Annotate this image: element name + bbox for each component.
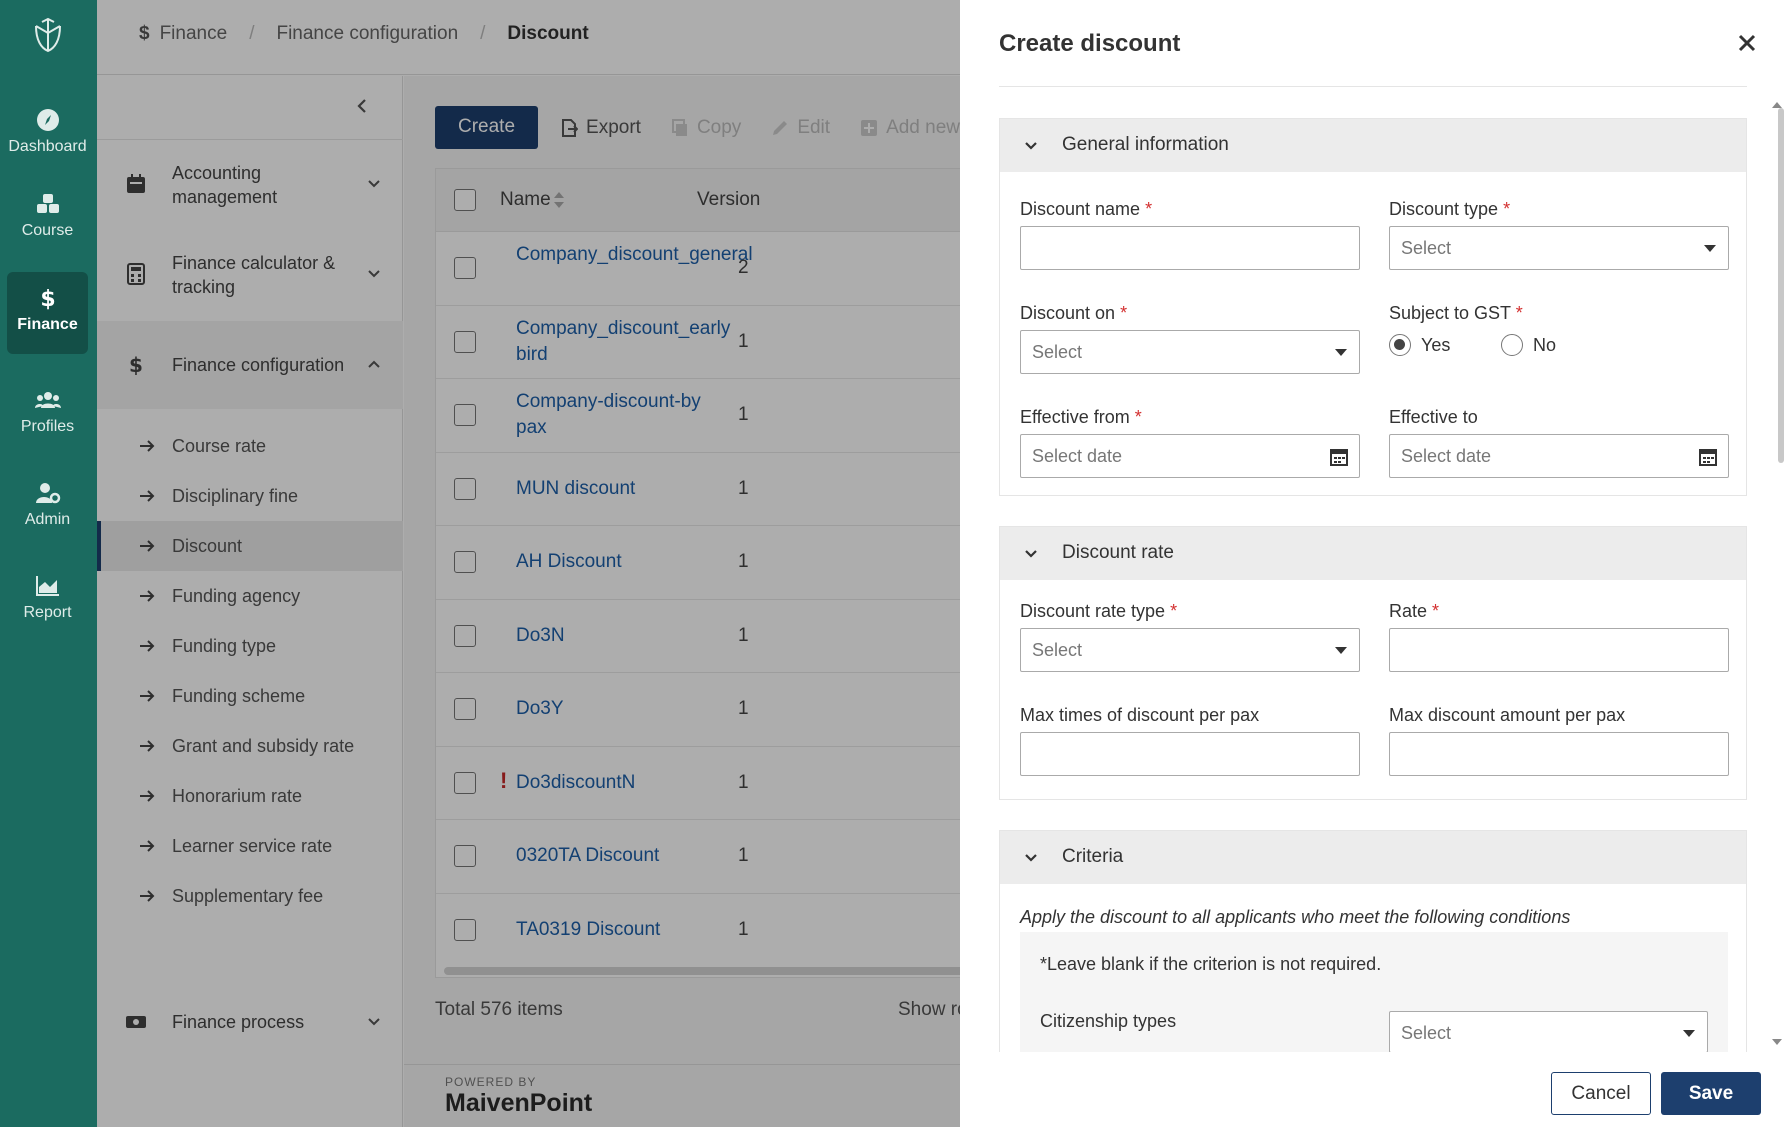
criteria-box: *Leave blank if the criterion is not req… [1020,932,1728,1052]
rail-item-report[interactable]: Report [7,560,88,642]
rail-item-finance[interactable]: $ Finance [7,272,88,354]
create-discount-drawer: Create discount General information Disc… [960,0,1786,1127]
section-title: Criteria [1062,846,1124,867]
chevron-down-icon [1025,854,1037,862]
calendar-icon[interactable] [1699,447,1717,466]
svg-text:$: $ [40,287,55,310]
cubes-icon [36,194,59,213]
chevron-down-icon [1025,142,1037,150]
field-label-max-times: Max times of discount per pax [1020,705,1260,725]
field-label-discount-rate-type: Discount rate type * [1020,601,1178,621]
dollar-icon: $ [40,287,55,310]
rail-label-profiles: Profiles [20,418,75,435]
chevron-down-icon [1025,550,1037,558]
app-logo-icon[interactable] [31,16,65,54]
rail-label-dashboard: Dashboard [8,138,87,155]
max-times-input[interactable] [1020,732,1360,776]
criteria-blank-note: *Leave blank if the criterion is not req… [1040,954,1382,974]
criteria-description: Apply the discount to all applicants who… [1020,907,1571,927]
section-title: Discount rate [1062,542,1174,563]
field-label-discount-on: Discount on * [1020,303,1128,323]
effective-from-date-picker[interactable]: Select date [1020,434,1360,478]
discount-on-select[interactable]: Select [1020,330,1360,374]
section-header[interactable]: Criteria [1000,831,1746,884]
cancel-button[interactable]: Cancel [1551,1072,1651,1115]
date-placeholder: Select date [1032,446,1123,466]
radio-label-yes: Yes [1421,334,1451,355]
caret-down-icon [1335,349,1347,356]
max-amount-input[interactable] [1389,732,1729,776]
app-rail: Dashboard Course $ Finance Profiles Admi… [0,0,97,1127]
field-label-max-amount: Max discount amount per pax [1389,705,1626,725]
user-gear-icon [35,483,60,504]
field-label-effective-to: Effective to [1389,407,1478,427]
divider [999,86,1747,87]
field-label-discount-name: Discount name * [1020,199,1153,219]
effective-to-date-picker[interactable]: Select date [1389,434,1729,478]
section-title: General information [1062,134,1229,155]
modal-backdrop[interactable] [97,0,960,1127]
drawer-scroll-area: General information Discount name * Disc… [999,104,1747,1052]
section-discount-rate: Discount rate Discount rate type * Selec… [999,526,1747,800]
gst-no-radio[interactable]: No [1501,334,1556,356]
close-icon[interactable] [1738,34,1756,52]
discount-rate-type-select[interactable]: Select [1020,628,1360,672]
save-button[interactable]: Save [1661,1072,1761,1115]
calendar-icon[interactable] [1330,447,1348,466]
select-placeholder: Select [1032,342,1083,362]
radio-button[interactable] [1501,334,1523,356]
citizenship-types-select[interactable]: Select [1389,1011,1708,1052]
section-header[interactable]: General information [1000,119,1746,172]
drawer-footer: Cancel Save [960,1052,1786,1127]
field-label-effective-from: Effective from * [1020,407,1142,427]
section-header[interactable]: Discount rate [1000,527,1746,580]
select-placeholder: Select [1401,238,1452,258]
vertical-scrollbar[interactable] [1778,108,1784,463]
section-criteria: Criteria Apply the discount to all appli… [999,830,1747,1052]
field-label-citizenship-types: Citizenship types [1040,1011,1177,1031]
radio-label-no: No [1533,334,1557,355]
caret-down-icon [1335,647,1347,654]
discount-type-select[interactable]: Select [1389,226,1729,270]
field-label-discount-type: Discount type * [1389,199,1511,219]
rail-label-finance: Finance [17,316,78,333]
rail-label-course: Course [21,222,74,239]
users-icon [34,392,61,408]
drawer-title: Create discount [999,30,1181,57]
date-placeholder: Select date [1401,446,1492,466]
radio-button-selected[interactable] [1389,334,1411,356]
rail-item-course[interactable]: Course [7,178,88,260]
rail-label-admin: Admin [24,511,71,528]
scroll-down-icon[interactable] [1772,1038,1782,1046]
rail-label-report: Report [23,604,72,621]
field-label-subject-to-gst: Subject to GST * [1389,303,1523,323]
area-chart-icon [35,576,59,596]
section-general-information: General information Discount name * Disc… [999,118,1747,496]
compass-icon [36,109,59,131]
select-placeholder: Select [1032,640,1083,660]
caret-down-icon [1704,245,1716,252]
rail-item-dashboard[interactable]: Dashboard [7,94,88,176]
gst-yes-radio[interactable]: Yes [1389,334,1450,356]
discount-name-input[interactable] [1020,226,1360,270]
rail-item-profiles[interactable]: Profiles [7,374,88,456]
caret-down-icon [1683,1030,1695,1037]
select-placeholder: Select [1401,1023,1452,1043]
rail-item-admin[interactable]: Admin [7,467,88,549]
field-label-rate: Rate * [1389,601,1440,621]
rate-input[interactable] [1389,628,1729,672]
